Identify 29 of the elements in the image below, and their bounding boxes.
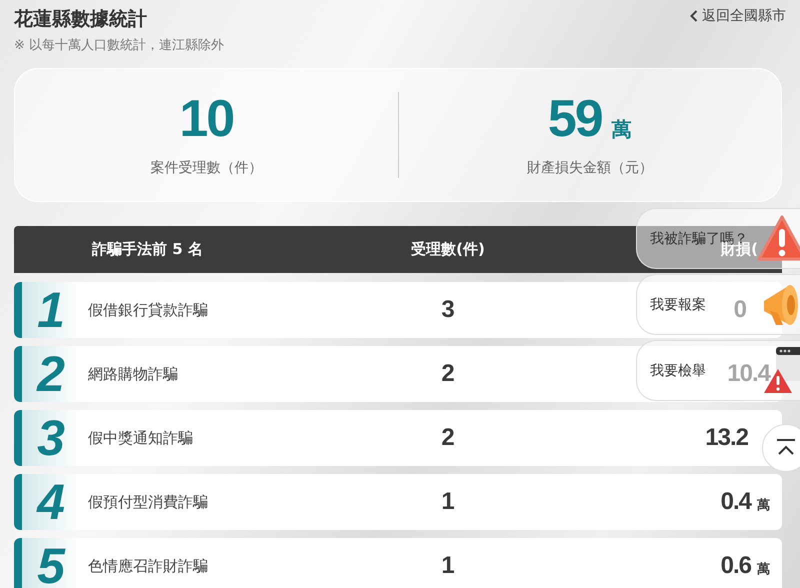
stat-label: 財產損失金額（元） bbox=[526, 159, 653, 177]
scroll-top-button[interactable] bbox=[762, 424, 800, 472]
chevron-left-icon bbox=[690, 10, 698, 22]
loss-unit: 萬 bbox=[757, 561, 770, 578]
loss-value: 13.2 bbox=[705, 424, 748, 452]
method-name: 網路購物詐騙 bbox=[88, 364, 178, 384]
column-header: 受理數(件) bbox=[411, 240, 485, 259]
note-text: ※ 以每十萬人口數統計，連江縣除外 bbox=[14, 37, 224, 54]
loss-value: 0 bbox=[734, 296, 746, 324]
stat-unit: 萬 bbox=[612, 116, 632, 143]
case-count: 2 bbox=[441, 360, 455, 388]
case-count: 2 bbox=[441, 424, 455, 452]
loss-value: 0.4 bbox=[720, 488, 751, 516]
method-name: 假預付型消費詐騙 bbox=[88, 492, 208, 512]
method-name: 色情應召詐財詐騙 bbox=[88, 556, 208, 576]
method-name: 假借銀行貸款詐騙 bbox=[88, 300, 208, 320]
back-link[interactable]: 返回全國縣市 bbox=[690, 6, 786, 26]
page-title: 花蓮縣數據統計 bbox=[14, 7, 148, 32]
case-count: 3 bbox=[441, 296, 455, 324]
method-name: 假中獎通知詐騙 bbox=[88, 428, 193, 448]
stat-value: 10 bbox=[179, 93, 234, 145]
column-header: 詐騙手法前 5 名 bbox=[90, 240, 204, 259]
case-count: 1 bbox=[441, 552, 455, 580]
loss-unit: 萬 bbox=[757, 497, 770, 514]
case-count: 1 bbox=[441, 488, 455, 516]
loss-value: 0.6 bbox=[720, 552, 751, 580]
loss-value: 10.4 bbox=[727, 360, 770, 388]
stat-label: 案件受理數（件） bbox=[150, 159, 262, 177]
stat-value: 59 bbox=[548, 93, 602, 145]
